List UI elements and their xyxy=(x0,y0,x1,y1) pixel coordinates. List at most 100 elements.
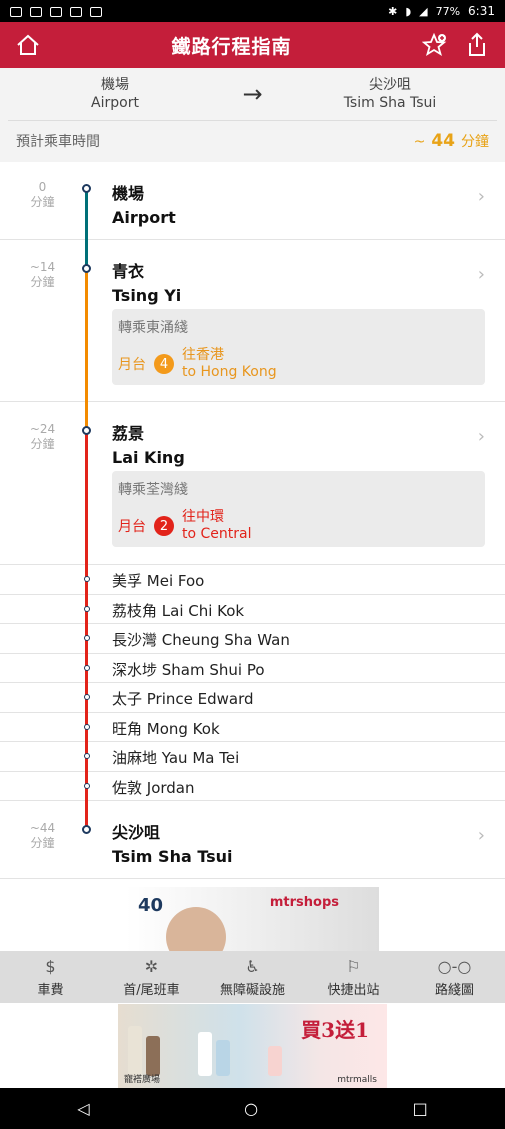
tab-fare[interactable]: $ 車費 xyxy=(0,951,101,1003)
banner-ad-mtrmalls[interactable]: 買3送1 寵褡廣場 mtrmalls xyxy=(118,1004,387,1088)
product-image xyxy=(128,1026,142,1076)
android-nav-bar: ◁ ○ □ xyxy=(0,1088,505,1129)
station-dot xyxy=(84,723,90,730)
page-title: 鐵路行程指南 xyxy=(171,35,292,58)
direction-en: to Hong Kong xyxy=(182,364,277,380)
notification-icons xyxy=(10,5,110,18)
intermediate-stop-name: 長沙灣 Cheung Sha Wan xyxy=(112,631,290,649)
station-dot xyxy=(84,694,90,700)
favorite-add-icon[interactable] xyxy=(419,29,451,61)
bottom-tab-bar: $ 車費 ✲ 首/尾班車 ♿ 無障礙設施 ⚐ 快捷出站 ○-○ 路綫圖 xyxy=(0,951,505,1003)
stop-minutes: ~24 xyxy=(29,422,56,436)
stop-lai-king[interactable]: ~24 分鐘 荔景 Lai King › 轉乘荃灣綫 月台 2 往中環 to Cent… xyxy=(0,402,505,565)
clock: 6:31 xyxy=(468,4,495,18)
battery-level: 77% xyxy=(435,4,461,18)
tab-accessibility[interactable]: ♿ 無障礙設施 xyxy=(202,951,303,1003)
intermediate-stop-name: 深水埗 Sham Shui Po xyxy=(112,660,265,679)
station-name-zh: 尖沙咀 xyxy=(112,823,161,842)
intermediate-stop: 佐敦 Jordan xyxy=(0,772,505,801)
banner-ad-mtrshops[interactable]: 40 mtrshops xyxy=(126,887,379,951)
station-name-en: Tsim Sha Tsui xyxy=(112,847,233,866)
route-summary: 機場 Airport → 尖沙咀 Tsim Sha Tsui xyxy=(0,68,505,120)
airport-line-segment xyxy=(85,188,88,268)
journey-timeline: 0 分鐘 機場 Airport › ~14 分鐘 青衣 Tsing Yi › 轉乘東涌綫… xyxy=(0,162,505,879)
stop-tsim-sha-tsui[interactable]: ~44 分鐘 尖沙咀 Tsim Sha Tsui › xyxy=(0,801,505,879)
chevron-right-icon: › xyxy=(477,264,485,285)
origin-en: Airport xyxy=(91,95,139,111)
chevron-right-icon: › xyxy=(477,825,485,846)
mtrshops-logo: mtrshops xyxy=(269,895,339,910)
station-dot xyxy=(84,635,90,641)
app-header: 鐵路行程指南 xyxy=(0,22,505,68)
home-icon[interactable] xyxy=(12,29,44,61)
dollar-icon: $ xyxy=(45,957,56,976)
tab-label: 車費 xyxy=(37,983,64,998)
chevron-right-icon: › xyxy=(477,186,485,207)
wheelchair-icon: ♿ xyxy=(245,957,260,976)
transfer-box: 轉乘荃灣綫 月台 2 往中環 to Central xyxy=(112,471,485,547)
home-nav-icon[interactable]: ○ xyxy=(244,1099,258,1118)
station-name-en: Tsing Yi xyxy=(112,286,182,305)
intermediate-stop-name: 太子 Prince Edward xyxy=(112,690,254,708)
tsuen-wan-line-segment xyxy=(85,430,88,830)
intermediate-stop: 長沙灣 Cheung Sha Wan xyxy=(0,624,505,654)
exit-icon: ⚐ xyxy=(346,957,361,976)
tab-quick-exit[interactable]: ⚐ 快捷出站 xyxy=(303,951,404,1003)
signal-icon: ◢ xyxy=(419,4,428,18)
recents-icon[interactable]: □ xyxy=(413,1099,428,1118)
mtrmalls-logo: mtrmalls xyxy=(337,1075,377,1085)
platform-label: 月台 xyxy=(118,519,146,535)
share-icon[interactable] xyxy=(461,29,493,61)
station-name-en: Airport xyxy=(112,208,176,227)
tab-label: 路綫圖 xyxy=(434,983,474,998)
product-image xyxy=(146,1036,160,1076)
platform-number-badge: 2 xyxy=(154,516,174,536)
bluetooth-icon: ✱ xyxy=(388,4,398,18)
platform-label: 月台 xyxy=(118,357,146,373)
direction-en: to Central xyxy=(182,526,252,542)
promo-text: 買3送1 xyxy=(301,1018,369,1042)
destination-en: Tsim Sha Tsui xyxy=(343,95,437,111)
chevron-right-icon: › xyxy=(477,426,485,447)
origin-station[interactable]: 機場 Airport xyxy=(40,76,190,112)
intermediate-stop: 美孚 Mei Foo xyxy=(0,565,505,595)
platform-number-badge: 4 xyxy=(154,354,174,374)
tab-route-map[interactable]: ○-○ 路綫圖 xyxy=(404,951,505,1003)
destination-station[interactable]: 尖沙咀 Tsim Sha Tsui xyxy=(315,76,465,112)
stop-minutes: ~14 xyxy=(29,260,56,274)
station-name-zh: 荔景 xyxy=(112,424,145,443)
product-image xyxy=(198,1032,212,1076)
station-name-zh: 機場 xyxy=(112,184,145,203)
station-dot xyxy=(84,664,90,671)
estimated-time-value: ~44 分鐘 xyxy=(413,130,489,151)
anniversary-logo: 40 xyxy=(138,895,164,916)
intermediate-stop: 荔枝角 Lai Chi Kok xyxy=(0,595,505,624)
wifi-icon: ◗ xyxy=(405,4,412,18)
tab-first-last-train[interactable]: ✲ 首/尾班車 xyxy=(101,951,202,1003)
station-name-zh: 青衣 xyxy=(112,262,145,281)
product-image xyxy=(268,1046,282,1076)
tung-chung-line-segment xyxy=(85,268,88,430)
arrow-right-icon: → xyxy=(242,80,263,108)
product-image xyxy=(216,1040,230,1076)
transfer-box: 轉乘東涌綫 月台 4 往香港 to Hong Kong xyxy=(112,309,485,385)
transfer-title: 轉乘東涌綫 xyxy=(118,320,188,336)
stop-minutes-unit: 分鐘 xyxy=(30,275,55,289)
intermediate-stop: 太子 Prince Edward xyxy=(0,683,505,713)
stop-tsing-yi[interactable]: ~14 分鐘 青衣 Tsing Yi › 轉乘東涌綫 月台 4 往香港 to Hong… xyxy=(0,240,505,402)
destination-zh: 尖沙咀 xyxy=(368,77,411,93)
direction-zh: 往香港 xyxy=(182,347,224,363)
mall-name: 寵褡廣場 xyxy=(124,1075,161,1085)
intermediate-stop-name: 旺角 Mong Kok xyxy=(112,719,220,738)
intermediate-stop: 油麻地 Yau Ma Tei xyxy=(0,742,505,772)
station-node xyxy=(82,264,91,273)
train-time-icon: ✲ xyxy=(144,957,159,976)
origin-zh: 機場 xyxy=(101,77,129,93)
intermediate-stop-name: 佐敦 Jordan xyxy=(112,778,195,797)
intermediate-stop: 旺角 Mong Kok xyxy=(0,713,505,742)
stop-minutes: 0 xyxy=(38,180,47,194)
estimated-time-label: 預計乘車時間 xyxy=(16,133,100,150)
station-node xyxy=(82,184,91,193)
back-icon[interactable]: ◁ xyxy=(77,1099,89,1118)
stop-airport[interactable]: 0 分鐘 機場 Airport › xyxy=(0,162,505,240)
